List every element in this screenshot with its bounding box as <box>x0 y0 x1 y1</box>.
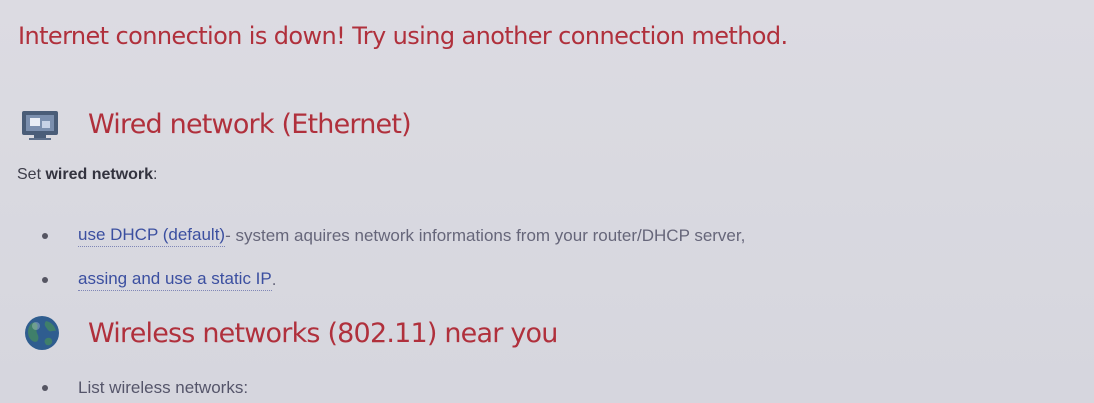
wired-network-header: Wired network (Ethernet) <box>20 104 412 144</box>
bullet-icon <box>42 233 48 239</box>
globe-icon <box>20 313 66 353</box>
list-item[interactable]: List wireless networks: <box>42 378 248 398</box>
dhcp-description: - system aquires network informations fr… <box>225 226 746 245</box>
wired-options-list: use DHCP (default) - system aquires netw… <box>42 214 745 302</box>
connection-down-alert: Internet connection is down! Try using a… <box>18 22 788 50</box>
intro-suffix: : <box>153 166 158 183</box>
wired-network-intro: Set wired network: <box>17 166 158 184</box>
wireless-network-header: Wireless networks (802.11) near you <box>20 313 558 353</box>
wireless-network-title: Wireless networks (802.11) near you <box>88 317 558 349</box>
ethernet-monitor-icon <box>20 104 66 144</box>
network-setup-page: Internet connection is down! Try using a… <box>0 0 1094 403</box>
use-dhcp-link[interactable]: use DHCP (default) <box>78 225 226 247</box>
bullet-icon <box>42 277 48 283</box>
static-ip-link[interactable]: assing and use a static IP <box>78 269 272 291</box>
wired-network-title: Wired network (Ethernet) <box>88 108 412 140</box>
wireless-list: List wireless networks: <box>42 378 248 398</box>
list-item: assing and use a static IP . <box>42 258 745 302</box>
list-item: use DHCP (default) - system aquires netw… <box>42 214 745 258</box>
list-wireless-networks-label[interactable]: List wireless networks: <box>78 378 248 398</box>
intro-bold: wired network <box>45 166 154 183</box>
static-ip-description: . <box>271 270 277 289</box>
intro-prefix: Set <box>17 166 46 183</box>
bullet-icon <box>42 385 48 391</box>
